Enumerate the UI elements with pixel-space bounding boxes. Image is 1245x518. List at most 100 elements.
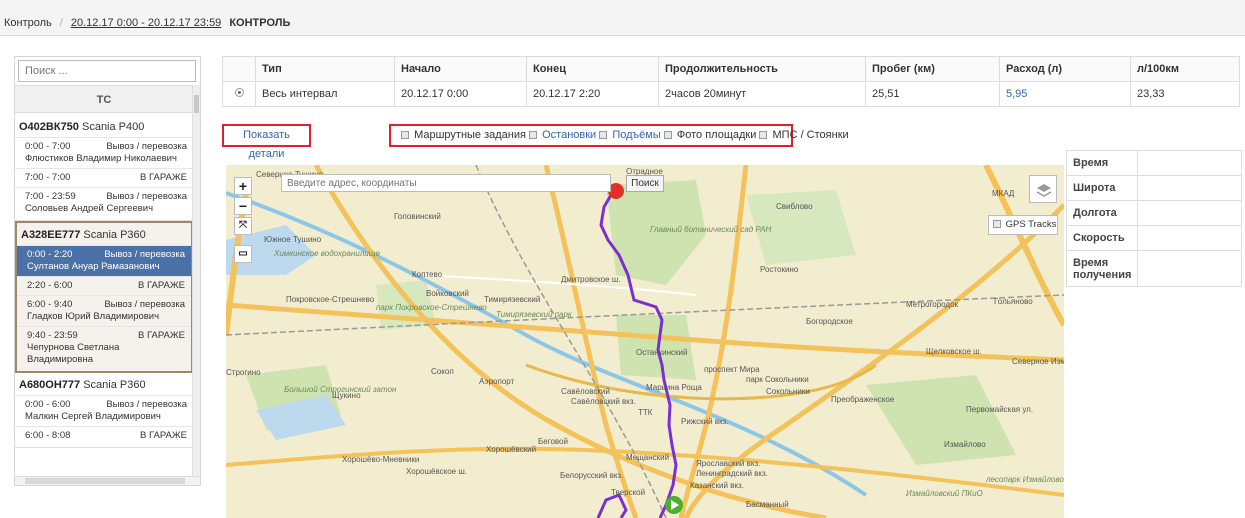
- trip-status: Вывоз / перевозка: [104, 249, 185, 260]
- checkbox[interactable]: [663, 131, 672, 139]
- cell-type: Весь интервал: [255, 81, 395, 107]
- trip-item[interactable]: 6:00 - 8:08 В ГАРАЖЕ: [15, 426, 193, 445]
- map-label: Рижский вкз.: [681, 417, 729, 426]
- ruler-icon[interactable]: ▭: [234, 245, 252, 263]
- trip-status: Вывоз / перевозка: [104, 299, 185, 310]
- col-header: Тип: [255, 56, 395, 82]
- map-label: Ростокино: [760, 265, 799, 274]
- checkbox[interactable]: [759, 131, 768, 139]
- map-label: Измайлово: [944, 440, 986, 449]
- map-search-button[interactable]: Поиск: [626, 175, 664, 192]
- show-details-button[interactable]: Показать детали: [222, 124, 311, 160]
- map-label: Ленинградский вкз.: [696, 469, 768, 478]
- checkbox[interactable]: [993, 220, 1001, 228]
- map-label: Белорусский вкз.: [560, 471, 624, 480]
- checkbox[interactable]: [529, 131, 538, 139]
- vehicle-title[interactable]: О402ВК750 Scania P400: [15, 119, 193, 137]
- info-label: Время получения: [1065, 250, 1139, 287]
- trip-driver: Малкин Сергей Владимирович: [25, 411, 161, 422]
- map-label: Савёловский вкз.: [571, 397, 636, 406]
- trip-item[interactable]: 7:00 - 7:00 В ГАРАЖЕ: [15, 168, 193, 187]
- filter-stops[interactable]: Остановки: [529, 129, 596, 141]
- trip-time: 0:00 - 7:00: [25, 141, 71, 152]
- map-label: Химкинское водохранилище: [274, 249, 380, 258]
- layer-filters: Маршрутные задания Остановки Подъёмы Фот…: [389, 124, 849, 147]
- search-input[interactable]: [18, 60, 196, 82]
- info-value: [1137, 150, 1242, 176]
- trip-item[interactable]: 0:00 - 7:00 Вывоз / перевозка Флюстиков Вл…: [15, 137, 193, 168]
- map-label: МКАД: [992, 189, 1015, 198]
- map-label: Останкинский: [636, 348, 688, 357]
- cell-consumption[interactable]: 5,95: [999, 81, 1131, 107]
- cell-mileage: 25,51: [865, 81, 1000, 107]
- trip-item[interactable]: 2:20 - 6:00 В ГАРАЖЕ: [17, 276, 191, 295]
- trip-item[interactable]: 0:00 - 6:00 Вывоз / перевозка Малкин Серге…: [15, 395, 193, 426]
- map-label: Гольяново: [994, 297, 1033, 306]
- fullscreen-icon[interactable]: ⤧: [234, 217, 252, 235]
- vehicle-model: Scania P360: [83, 379, 146, 391]
- gps-tracks-toggle[interactable]: GPS Tracks: [988, 215, 1058, 235]
- map-label: Северное Измайлово: [1012, 357, 1064, 366]
- map-label: ТТК: [638, 408, 653, 417]
- map-label: Беговой: [538, 437, 568, 446]
- breadcrumb: Контроль / 20.12.17 0:00 - 20.12.17 23:59 К…: [0, 0, 1245, 36]
- filter-parking[interactable]: МПС / Стоянки: [759, 129, 849, 141]
- breadcrumb-root[interactable]: Контроль: [4, 17, 52, 29]
- row-radio[interactable]: [234, 88, 244, 97]
- trip-time: 9:40 - 23:59: [27, 330, 78, 341]
- map-view[interactable]: Северное Тушино Головинский Южное Тушино…: [226, 165, 1064, 518]
- map-label: Сокол: [431, 367, 454, 376]
- zoom-in-button[interactable]: +: [234, 177, 252, 195]
- vehicle-list: О402ВК750 Scania P400 0:00 - 7:00 Вывоз /…: [15, 115, 193, 475]
- map-label: Головинский: [394, 212, 441, 221]
- info-value: [1137, 225, 1242, 251]
- filter-lifts[interactable]: Подъёмы: [599, 129, 661, 141]
- info-label: Широта: [1065, 175, 1139, 201]
- map-label: Тимирязевский парк: [496, 310, 572, 319]
- vehicle-model: Scania P400: [81, 121, 145, 133]
- trip-status: Вывоз / перевозка: [106, 191, 187, 202]
- map-label: Аэропорт: [479, 377, 515, 386]
- trip-item-active[interactable]: 0:00 - 2:20 Вывоз / перевозка Султанов Ану…: [17, 245, 191, 276]
- cell-per100: 23,33: [1130, 81, 1240, 107]
- breadcrumb-range[interactable]: 20.12.17 0:00 - 20.12.17 23:59: [71, 17, 221, 29]
- trip-time: 7:00 - 7:00: [25, 172, 71, 183]
- table-row[interactable]: Весь интервал 20.12.17 0:00 20.12.17 2:2…: [222, 81, 1240, 107]
- vehicle-group: О402ВК750 Scania P400 0:00 - 7:00 Вывоз /…: [15, 115, 193, 221]
- map-label: Богородское: [806, 317, 853, 326]
- trip-status: Вывоз / перевозка: [106, 399, 187, 410]
- layers-icon[interactable]: [1029, 175, 1057, 203]
- map-label: Войковский: [426, 289, 469, 298]
- scrollbar-thumb[interactable]: [25, 478, 185, 484]
- breadcrumb-current: КОНТРОЛЬ: [229, 17, 291, 29]
- info-value: [1137, 200, 1242, 226]
- filter-photos[interactable]: Фото площадки: [663, 129, 756, 141]
- trip-item[interactable]: 6:00 - 9:40 Вывоз / перевозка Гладков Юрий…: [17, 295, 191, 326]
- map-label: Хорошёвское ш.: [406, 467, 467, 476]
- vehicle-title[interactable]: А328ЕЕ777 Scania P360: [17, 227, 191, 245]
- trip-time: 6:00 - 8:08: [25, 430, 71, 441]
- map-label: Дмитровское ш.: [561, 275, 621, 284]
- point-info-panel: Время Широта Долгота Скорость Время полу…: [1065, 150, 1242, 287]
- zoom-out-button[interactable]: −: [234, 197, 252, 215]
- cell-end: 20.12.17 2:20: [526, 81, 659, 107]
- map-label: Коптево: [412, 270, 443, 279]
- trip-item[interactable]: 9:40 - 23:59 В ГАРАЖЕ Чепурнова Светлана В…: [17, 326, 191, 369]
- summary-table: Тип Начало Конец Продолжительность Пробе…: [222, 56, 1240, 107]
- checkbox[interactable]: [599, 131, 608, 139]
- sidebar-horizontal-scrollbar[interactable]: [15, 476, 200, 485]
- col-header: Конец: [526, 56, 659, 82]
- map-label: Тимирязевский: [484, 295, 541, 304]
- info-value: [1137, 250, 1242, 287]
- trip-item[interactable]: 7:00 - 23:59 Вывоз / перевозка Соловьев Ан…: [15, 187, 193, 218]
- map-label: парк Покровское-Стрешнево: [376, 303, 487, 312]
- info-label: Долгота: [1065, 200, 1139, 226]
- address-search-input[interactable]: [281, 174, 611, 192]
- checkbox[interactable]: [401, 131, 409, 139]
- map-label: Щелковское ш.: [926, 347, 982, 356]
- scrollbar-thumb[interactable]: [194, 95, 199, 113]
- vehicle-title[interactable]: А680ОН777 Scania P360: [15, 377, 193, 395]
- sidebar-vertical-scrollbar[interactable]: [192, 85, 200, 477]
- map-label: Строгино: [226, 368, 261, 377]
- filter-routes[interactable]: Маршрутные задания: [401, 129, 526, 141]
